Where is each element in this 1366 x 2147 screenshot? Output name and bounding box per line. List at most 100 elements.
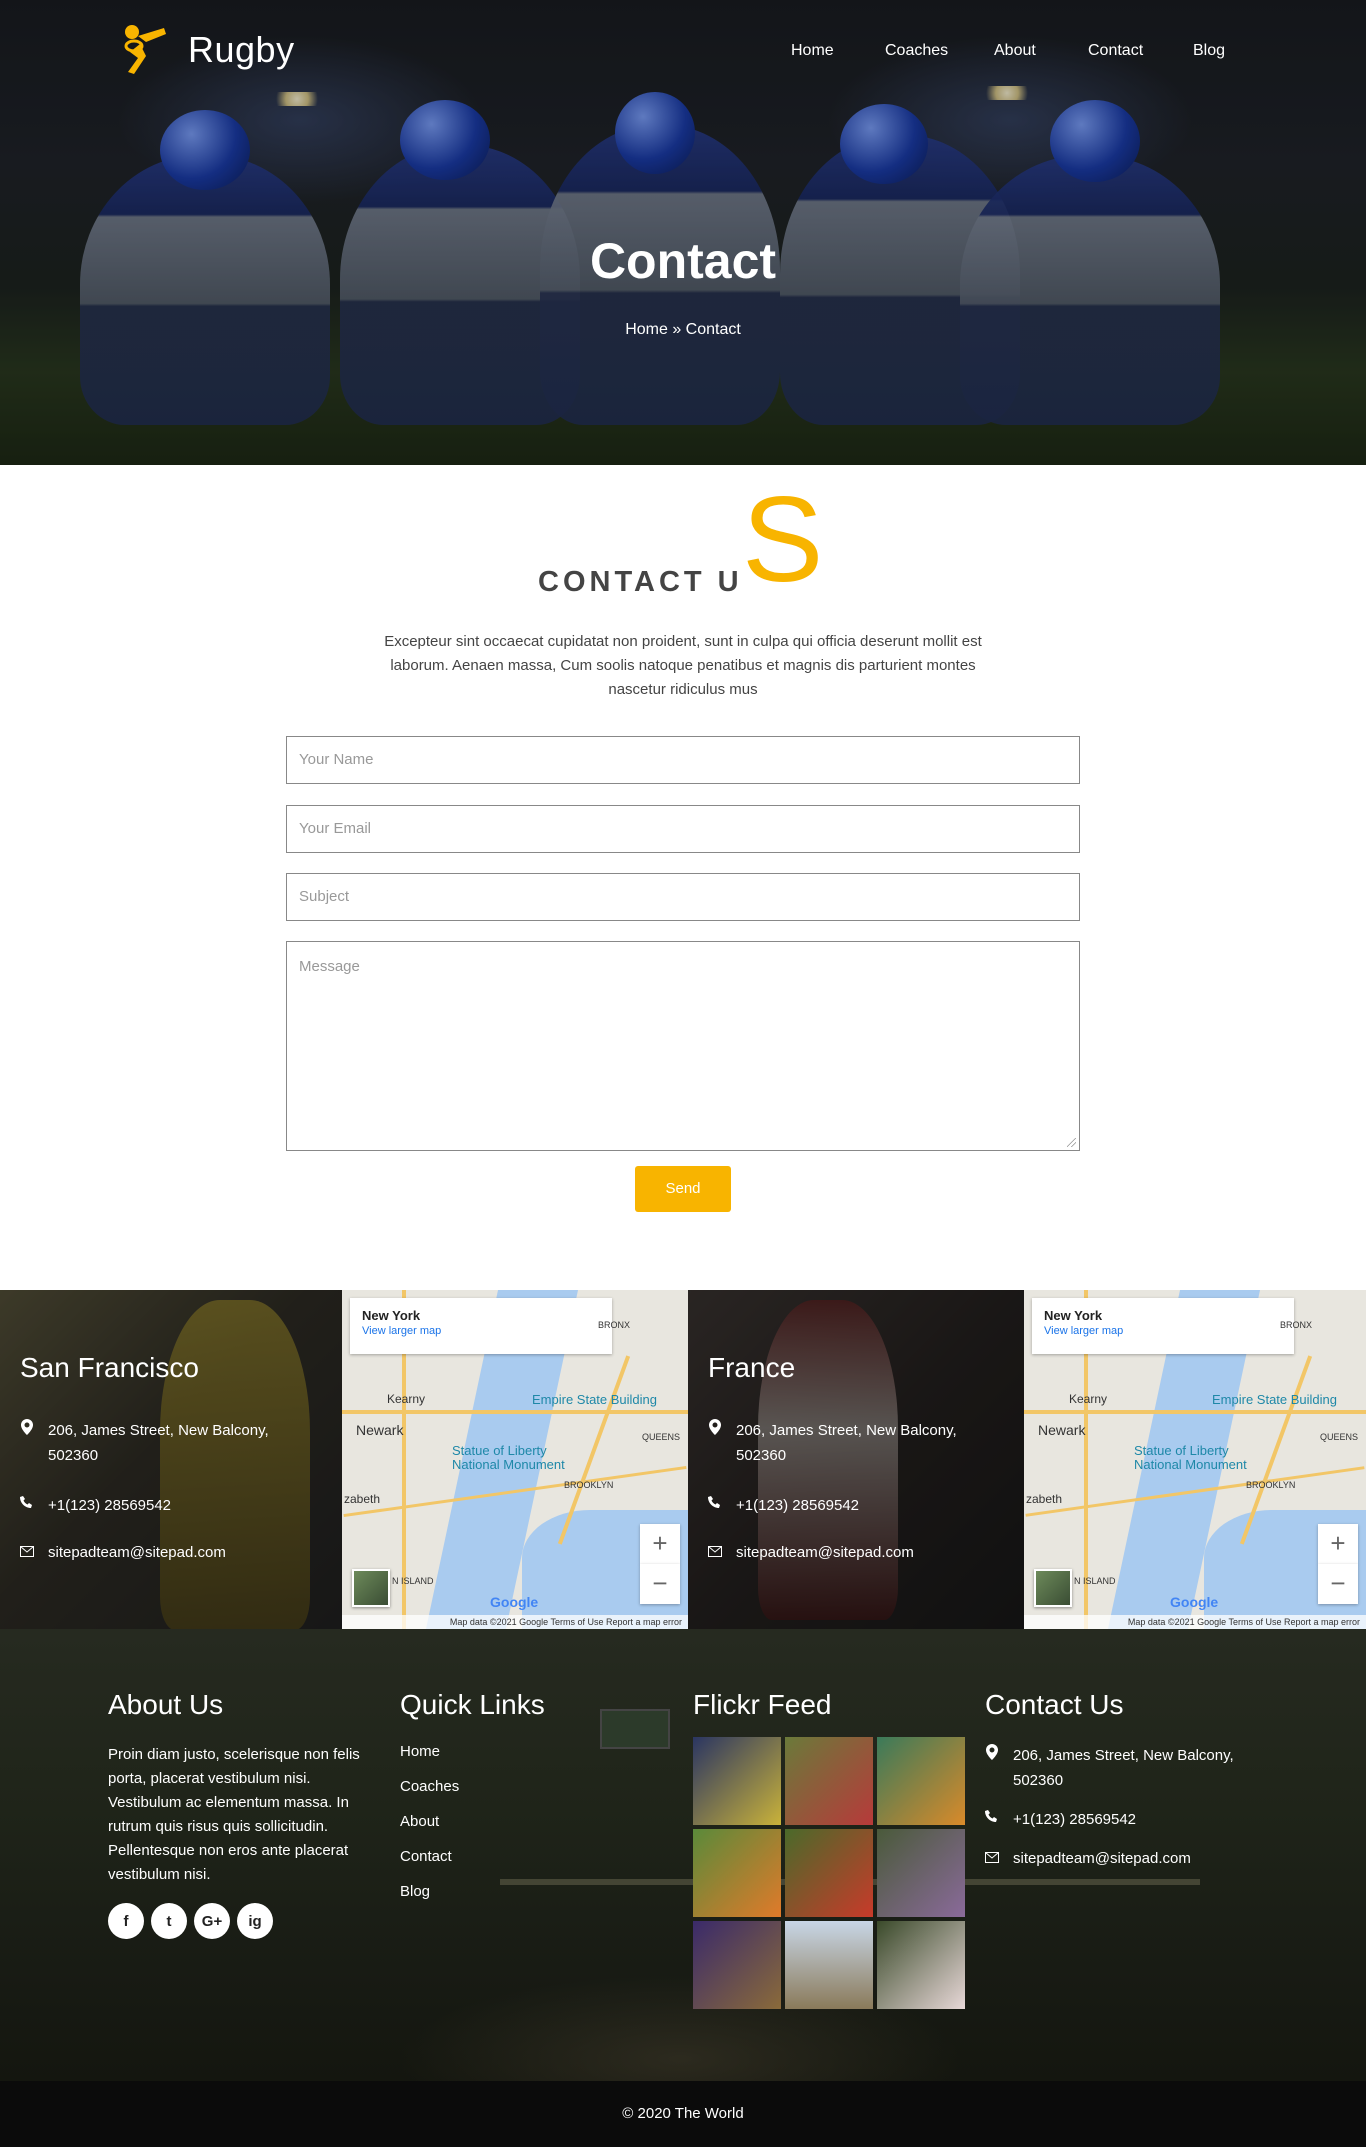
flickr-photo[interactable] [877, 1921, 965, 2009]
section-heading: CONTACT U [538, 566, 743, 598]
footer-phone-text[interactable]: +1(123) 28569542 [1013, 1807, 1136, 1832]
map-attribution[interactable]: Map data ©2021 Google Terms of Use Repor… [342, 1615, 688, 1629]
zoom-in-button[interactable]: + [640, 1524, 680, 1564]
footer-contact: Contact Us 206, James Street, New Balcon… [985, 1689, 1255, 1885]
map-place: New York [1044, 1308, 1103, 1323]
phone-icon [20, 1493, 34, 1518]
address-text: 206, James Street, New Balcony, 502360 [736, 1422, 957, 1464]
email-field[interactable]: Your Email [286, 805, 1080, 853]
footer-quick-links: Quick Links Home Coaches About Contact B… [400, 1689, 545, 1918]
phone-icon [985, 1807, 999, 1832]
nav-about[interactable]: About [994, 42, 1036, 60]
map-label: BROOKLYN [1246, 1480, 1296, 1490]
map-embed[interactable]: New York View larger map Kearny Newark B… [1024, 1290, 1366, 1629]
location-email: sitepadteam@sitepad.com [708, 1540, 914, 1565]
footer-flickr: Flickr Feed [693, 1689, 965, 2009]
flickr-photo[interactable] [877, 1829, 965, 1917]
footer-about-text: Proin diam justo, scelerisque non felis … [108, 1746, 360, 1883]
footer-link-about[interactable]: About [400, 1813, 545, 1830]
footer-email: sitepadteam@sitepad.com [985, 1846, 1255, 1871]
view-larger-map-link[interactable]: View larger map [1044, 1325, 1282, 1337]
zoom-in-button[interactable]: + [1318, 1524, 1358, 1564]
flickr-photo[interactable] [693, 1829, 781, 1917]
email-text[interactable]: sitepadteam@sitepad.com [48, 1540, 226, 1565]
footer-contact-title: Contact Us [985, 1689, 1124, 1720]
rugby-player-icon [116, 22, 176, 78]
email-text[interactable]: sitepadteam@sitepad.com [736, 1540, 914, 1565]
message-placeholder: Message [299, 958, 360, 975]
phone-text[interactable]: +1(123) 28569542 [736, 1493, 859, 1518]
flickr-photo[interactable] [785, 1829, 873, 1917]
location-phone: +1(123) 28569542 [708, 1493, 859, 1518]
view-larger-map-link[interactable]: View larger map [362, 1325, 600, 1337]
footer-phone: +1(123) 28569542 [985, 1807, 1255, 1832]
google-plus-icon[interactable]: G+ [194, 1903, 230, 1939]
satellite-toggle[interactable] [352, 1569, 390, 1607]
footer-link-home[interactable]: Home [400, 1743, 545, 1760]
phone-text[interactable]: +1(123) 28569542 [48, 1493, 171, 1518]
name-field[interactable]: Your Name [286, 736, 1080, 784]
map-label: QUEENS [1320, 1432, 1359, 1442]
map-marker-icon [20, 1418, 34, 1468]
google-logo: Google [490, 1594, 539, 1610]
nav-coaches[interactable]: Coaches [885, 42, 948, 60]
flickr-photo[interactable] [693, 1921, 781, 2009]
map-marker-icon [708, 1418, 722, 1468]
map-poi[interactable]: Empire State Building [532, 1392, 657, 1407]
map-embed[interactable]: New York View larger map Kearny Newark B… [342, 1290, 688, 1629]
footer-link-contact[interactable]: Contact [400, 1848, 545, 1865]
map-road [342, 1410, 688, 1414]
footer-link-coaches[interactable]: Coaches [400, 1778, 545, 1795]
section-heading-accent: S [742, 471, 824, 607]
location-card-france: France 206, James Street, New Balcony, 5… [688, 1290, 1024, 1629]
map-label: Newark [1038, 1422, 1086, 1438]
nav-home[interactable]: Home [791, 42, 834, 60]
map-label: Kearny [387, 1392, 426, 1406]
flickr-photo[interactable] [877, 1737, 965, 1825]
envelope-icon [708, 1540, 722, 1565]
twitter-icon[interactable]: t [151, 1903, 187, 1939]
phone-icon [708, 1493, 722, 1518]
footer-link-blog[interactable]: Blog [400, 1883, 545, 1900]
resize-handle[interactable] [1067, 1138, 1076, 1147]
instagram-icon[interactable]: ig [237, 1903, 273, 1939]
flickr-photo[interactable] [785, 1737, 873, 1825]
map-poi[interactable]: Statue of Liberty National Monument [1134, 1444, 1274, 1472]
flickr-photo[interactable] [693, 1737, 781, 1825]
send-button[interactable]: Send [635, 1166, 731, 1212]
map-attribution[interactable]: Map data ©2021 Google Terms of Use Repor… [1024, 1615, 1366, 1629]
zoom-out-button[interactable]: − [1318, 1564, 1358, 1604]
location-email: sitepadteam@sitepad.com [20, 1540, 226, 1565]
map-label: BRONX [1280, 1320, 1313, 1330]
facebook-icon[interactable]: f [108, 1903, 144, 1939]
flickr-photo[interactable] [785, 1921, 873, 2009]
map-label: BRONX [598, 1320, 631, 1330]
map-label: zabeth [1026, 1492, 1063, 1506]
hero-banner: Rugby Home Coaches About Contact Blog Co… [0, 0, 1366, 465]
footer-about: About Us Proin diam justo, scelerisque n… [108, 1689, 368, 1939]
map-label: QUEENS [642, 1432, 681, 1442]
map-label: Newark [356, 1422, 404, 1438]
satellite-toggle[interactable] [1034, 1569, 1072, 1607]
site-footer: About Us Proin diam justo, scelerisque n… [0, 1629, 1366, 2081]
address-text: 206, James Street, New Balcony, 502360 [48, 1422, 269, 1464]
envelope-icon [20, 1540, 34, 1565]
social-links: f t G+ ig [108, 1903, 368, 1939]
map-info-card: New York View larger map [1032, 1298, 1294, 1354]
location-name: France [708, 1352, 796, 1383]
subject-field[interactable]: Subject [286, 873, 1080, 921]
site-logo[interactable]: Rugby [116, 22, 295, 78]
location-address: 206, James Street, New Balcony, 502360 [708, 1418, 1008, 1468]
zoom-out-button[interactable]: − [640, 1564, 680, 1604]
map-label: Kearny [1069, 1392, 1108, 1406]
footer-flickr-title: Flickr Feed [693, 1689, 832, 1720]
map-poi[interactable]: Statue of Liberty National Monument [452, 1444, 592, 1472]
envelope-icon [985, 1846, 999, 1871]
footer-address: 206, James Street, New Balcony, 502360 [985, 1743, 1255, 1793]
map-poi[interactable]: Empire State Building [1212, 1392, 1337, 1407]
footer-email-text[interactable]: sitepadteam@sitepad.com [1013, 1846, 1191, 1871]
nav-contact[interactable]: Contact [1088, 42, 1143, 60]
message-field[interactable]: Message [286, 941, 1080, 1151]
nav-blog[interactable]: Blog [1193, 42, 1225, 60]
map-road [1024, 1410, 1366, 1414]
